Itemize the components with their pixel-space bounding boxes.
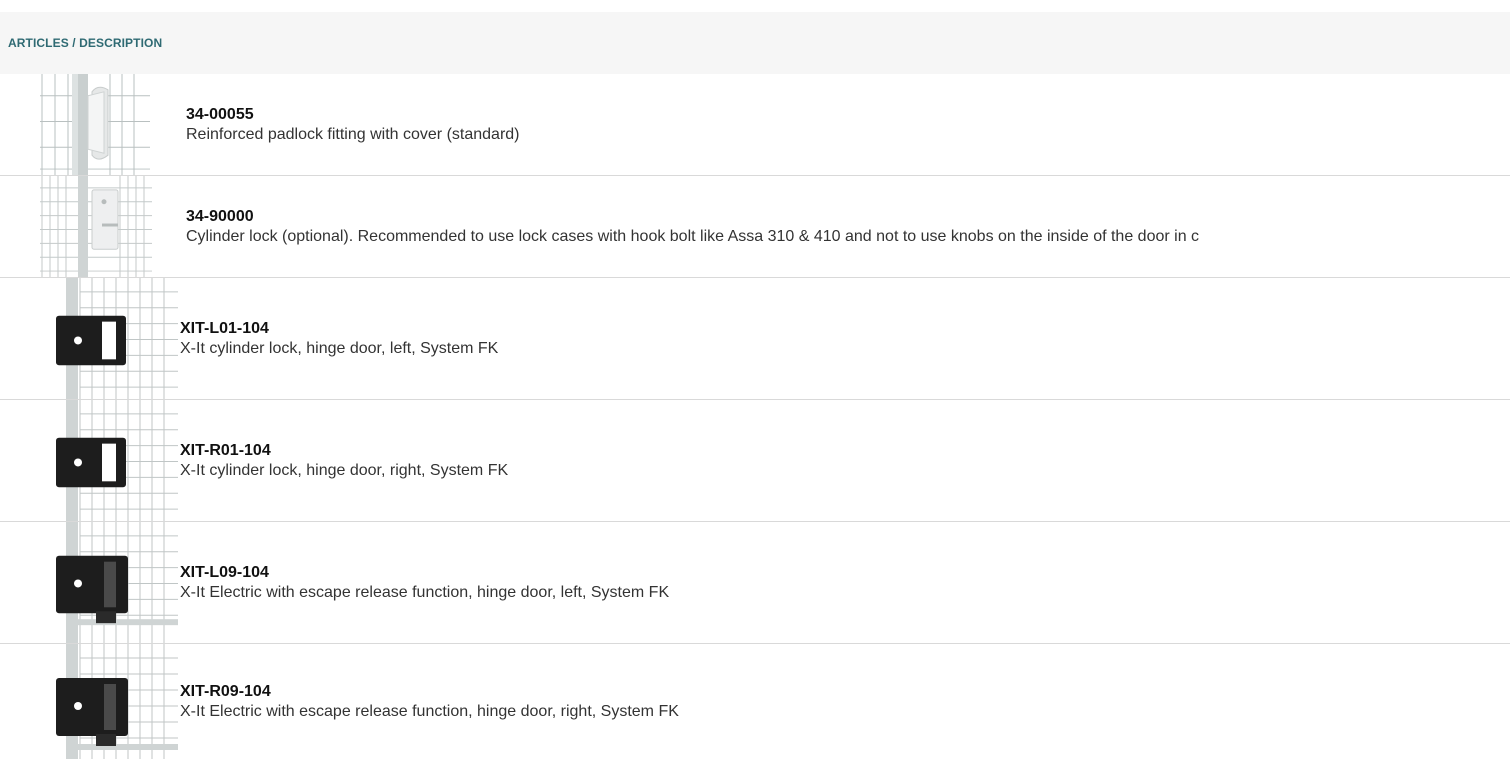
- article-text: XIT-L09-104 X-It Electric with escape re…: [178, 563, 1510, 603]
- table-header: ARTICLES / DESCRIPTION: [0, 12, 1510, 74]
- article-description: X-It cylinder lock, hinge door, right, S…: [180, 461, 509, 479]
- article-text: 34-90000 Cylinder lock (optional). Recom…: [178, 207, 1510, 247]
- article-code: XIT-L09-104: [180, 563, 269, 581]
- list-item[interactable]: 34-90000 Cylinder lock (optional). Recom…: [0, 176, 1510, 278]
- list-item[interactable]: 34-00055 Reinforced padlock fitting with…: [0, 74, 1510, 176]
- article-description: X-It Electric with escape release functi…: [180, 702, 679, 720]
- xit-lock-icon: [0, 400, 178, 521]
- article-text: XIT-L01-104 X-It cylinder lock, hinge do…: [178, 319, 1510, 359]
- padlock-fitting-icon: [0, 74, 178, 175]
- article-description: X-It cylinder lock, hinge door, left, Sy…: [180, 339, 499, 357]
- list-item[interactable]: XIT-L01-104 X-It cylinder lock, hinge do…: [0, 278, 1510, 400]
- article-text: XIT-R01-104 X-It cylinder lock, hinge do…: [178, 441, 1510, 481]
- article-description: Cylinder lock (optional). Recommended to…: [186, 227, 1200, 245]
- article-code: XIT-L01-104: [180, 319, 269, 337]
- article-description: Reinforced padlock fitting with cover (s…: [186, 125, 520, 143]
- article-code: 34-90000: [186, 207, 254, 225]
- article-list: 34-00055 Reinforced padlock fitting with…: [0, 74, 1510, 759]
- cylinder-lock-icon: [0, 176, 178, 277]
- table-header-title: ARTICLES / DESCRIPTION: [8, 36, 163, 50]
- article-text: XIT-R09-104 X-It Electric with escape re…: [178, 682, 1510, 722]
- article-code: 34-00055: [186, 105, 254, 123]
- xit-electric-lock-icon: [0, 522, 178, 643]
- top-spacer: [0, 0, 1510, 12]
- page: ARTICLES / DESCRIPTION 34-00055 Reinforc…: [0, 0, 1510, 759]
- xit-lock-icon: [0, 278, 178, 399]
- article-description: X-It Electric with escape release functi…: [180, 583, 670, 601]
- article-text: 34-00055 Reinforced padlock fitting with…: [178, 105, 1510, 145]
- list-item[interactable]: XIT-L09-104 X-It Electric with escape re…: [0, 522, 1510, 644]
- list-item[interactable]: XIT-R01-104 X-It cylinder lock, hinge do…: [0, 400, 1510, 522]
- list-item[interactable]: XIT-R09-104 X-It Electric with escape re…: [0, 644, 1510, 759]
- article-code: XIT-R01-104: [180, 441, 271, 459]
- xit-electric-lock-icon: [0, 644, 178, 759]
- article-code: XIT-R09-104: [180, 682, 271, 700]
